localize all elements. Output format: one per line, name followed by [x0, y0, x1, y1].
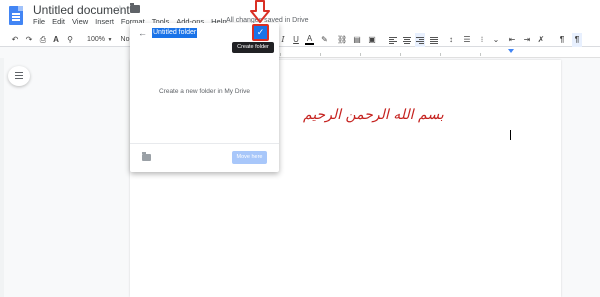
menu-insert[interactable]: Insert: [95, 17, 114, 29]
comment-icon[interactable]: ▤: [352, 33, 362, 47]
text-cursor: [510, 130, 511, 140]
new-folder-icon[interactable]: [142, 152, 151, 161]
highlight-icon[interactable]: ✎: [320, 33, 329, 47]
arabic-text[interactable]: بسم الله الرحمن الرحيم: [303, 107, 444, 123]
text-color-button[interactable]: A: [305, 33, 314, 45]
align-center-icon[interactable]: [402, 33, 412, 47]
redo-icon[interactable]: ↷: [24, 33, 34, 47]
star-icon[interactable]: ☆: [115, 3, 125, 16]
underline-button[interactable]: U: [292, 33, 300, 47]
undo-icon[interactable]: ↶: [10, 33, 20, 47]
image-icon[interactable]: ▣: [366, 33, 378, 47]
docs-app: Untitled document ☆ File Edit View Inser…: [0, 0, 600, 297]
right-indent-marker[interactable]: [508, 49, 514, 53]
paint-format-icon[interactable]: ⚲: [65, 33, 75, 47]
checkmark-icon: ✓: [256, 27, 265, 37]
down-arrow-annotation-icon: [250, 0, 270, 23]
empty-folder-message: Create a new folder in My Drive: [158, 88, 251, 95]
italic-button[interactable]: I: [279, 33, 287, 47]
numbered-list-icon[interactable]: ☰: [462, 33, 472, 47]
create-folder-tooltip: Create folder: [232, 42, 274, 53]
align-left-icon[interactable]: [388, 33, 398, 47]
vertical-ruler[interactable]: [0, 58, 4, 297]
create-folder-button[interactable]: ✓: [252, 24, 269, 41]
line-spacing-icon[interactable]: ↕: [446, 33, 456, 47]
zoom-select[interactable]: 100%: [85, 33, 107, 47]
move-here-button[interactable]: Move here: [232, 151, 267, 164]
menu-view[interactable]: View: [72, 17, 88, 29]
bulleted-list-icon[interactable]: ⁝: [477, 33, 487, 47]
chevron-down-icon[interactable]: ▼: [107, 33, 113, 47]
increase-indent-icon[interactable]: ⇥: [522, 33, 532, 47]
toolbar: ↶ ↷ ⎙ A ⚲ 100% ▼ No I U A ✎ ⛓ ▤ ▣ ↕ ☰ ⁝ …: [0, 33, 600, 47]
header: Untitled document ☆ File Edit View Inser…: [0, 0, 600, 33]
link-icon[interactable]: ⛓: [337, 33, 347, 47]
ltr-icon[interactable]: ¶: [557, 33, 567, 47]
clear-formatting-icon[interactable]: ✗: [536, 33, 546, 47]
dialog-divider: [130, 143, 279, 144]
docs-logo-icon[interactable]: [9, 6, 23, 25]
style-select[interactable]: No: [120, 33, 130, 47]
decrease-indent-icon[interactable]: ⇤: [507, 33, 517, 47]
back-arrow-icon[interactable]: ←: [138, 28, 147, 38]
menu-edit[interactable]: Edit: [52, 17, 65, 29]
chevron-down-icon[interactable]: ⌄: [491, 33, 501, 47]
spellcheck-icon[interactable]: A: [51, 33, 61, 47]
folder-name-input[interactable]: Untitled folder: [152, 28, 198, 38]
rtl-icon[interactable]: ¶: [572, 33, 582, 47]
menu-file[interactable]: File: [33, 17, 45, 29]
align-right-icon[interactable]: [415, 33, 425, 47]
justify-icon[interactable]: [429, 33, 439, 47]
outline-icon[interactable]: [8, 66, 30, 86]
print-icon[interactable]: ⎙: [38, 33, 48, 47]
folder-icon[interactable]: [130, 3, 140, 13]
